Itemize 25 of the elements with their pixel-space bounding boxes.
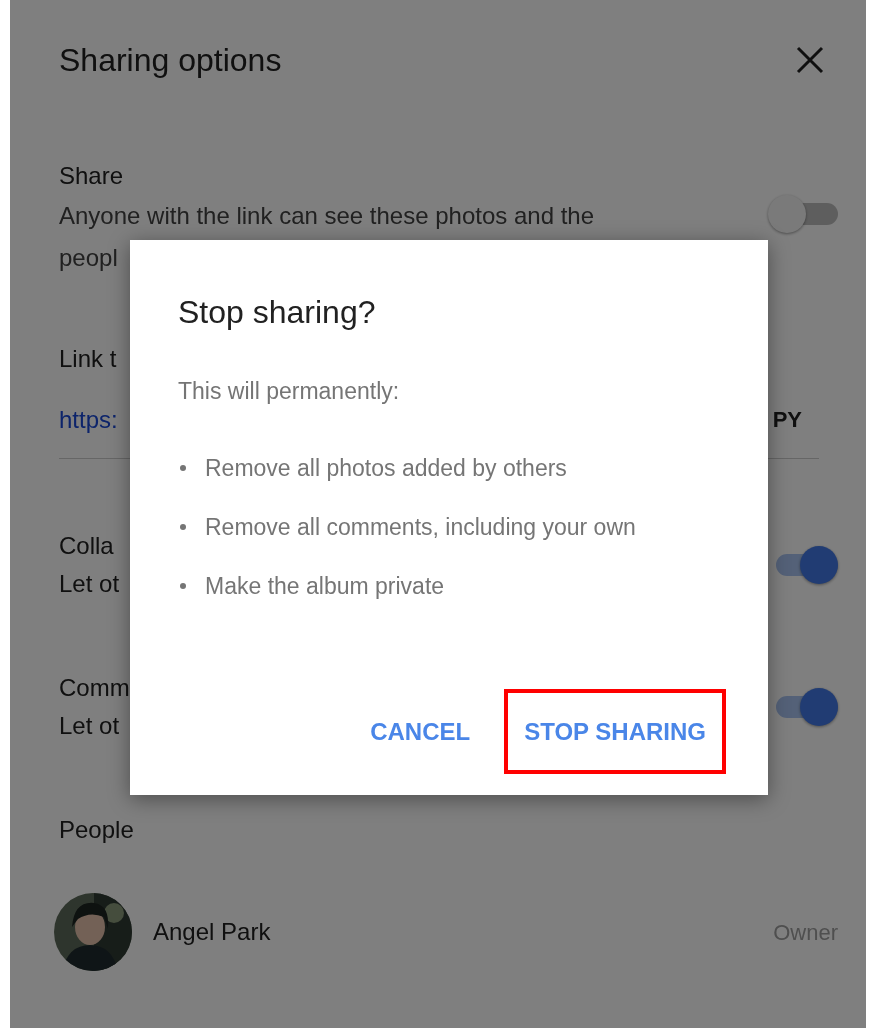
bullet-icon	[180, 583, 186, 589]
setting-label: Colla	[59, 531, 115, 561]
dialog-title: Sharing options	[59, 41, 282, 80]
setting-label: Share	[59, 161, 125, 191]
bullet-icon	[180, 524, 186, 530]
setting-description: peopl	[59, 243, 119, 273]
copy-button[interactable]: PY	[772, 401, 802, 439]
cancel-button[interactable]: CANCEL	[350, 689, 491, 774]
toggle-switch[interactable]	[768, 195, 838, 233]
setting-description: Anyone with the link can see these photos and the	[59, 201, 595, 231]
dialog-title: Stop sharing?	[178, 293, 377, 332]
list-item: Make the album private	[205, 572, 445, 601]
person-name: Angel Park	[153, 917, 272, 947]
list-item: Remove all comments, including your own	[205, 513, 636, 542]
dialog-text: This will permanently:	[178, 377, 401, 406]
setting-description: Let ot	[59, 569, 120, 599]
list-item: Remove all photos added by others	[205, 454, 567, 483]
close-icon[interactable]	[796, 46, 824, 74]
bullet-icon	[180, 465, 186, 471]
section-label: Link t	[59, 344, 118, 374]
section-label: People	[59, 815, 135, 845]
setting-description: Let ot	[59, 711, 121, 741]
stop-sharing-button[interactable]: STOP SHARING	[504, 689, 726, 774]
share-link[interactable]: https:	[59, 401, 118, 439]
setting-label: Comm	[59, 673, 130, 703]
